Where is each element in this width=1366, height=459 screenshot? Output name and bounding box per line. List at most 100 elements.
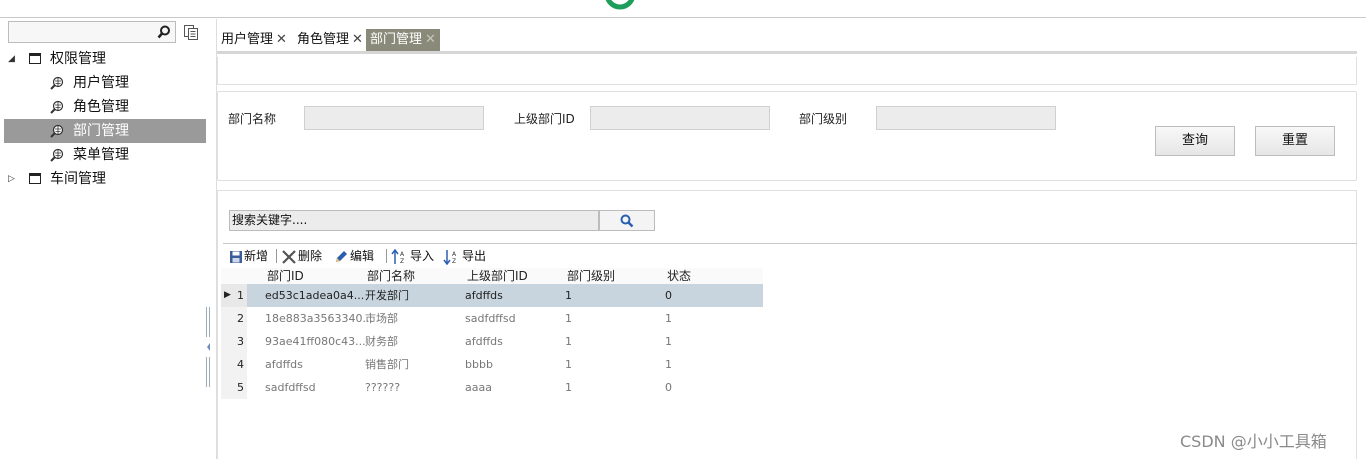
cell-status[interactable]: 1 xyxy=(665,330,672,353)
tab-label: 部门管理 xyxy=(370,32,423,47)
query-form: 部门名称 上级部门ID 部门级别 查询 重置 xyxy=(217,91,1357,181)
header-bar xyxy=(0,0,1366,18)
tree-item-menu-management[interactable]: 菜单管理 xyxy=(4,143,206,167)
cell-department-id[interactable]: 18e883a3563340... xyxy=(265,307,373,330)
table-row[interactable]: 3 93ae41ff080c43... 财务部 afdffds 1 1 xyxy=(221,330,763,353)
sidebar-search-input[interactable] xyxy=(8,21,176,43)
cell-status[interactable]: 1 xyxy=(665,353,672,376)
folder-icon xyxy=(29,53,41,64)
cell-department-id[interactable]: ed53c1adea0a4... xyxy=(265,284,364,307)
cell-parent-department-id[interactable]: afdffds xyxy=(465,330,503,353)
cell-department-name[interactable]: 财务部 xyxy=(365,330,398,353)
keyword-search-button[interactable] xyxy=(599,210,655,231)
cell-status[interactable]: 0 xyxy=(665,284,672,307)
row-number: 4 xyxy=(237,358,244,371)
cell-parent-department-id[interactable]: aaaa xyxy=(465,376,492,399)
cell-department-id[interactable]: sadfdffsd xyxy=(265,376,316,399)
cell-department-name[interactable]: ?????? xyxy=(365,376,400,399)
tree-item-department-management[interactable]: 部门管理 xyxy=(4,119,206,143)
svg-text:Z: Z xyxy=(452,258,456,265)
cell-department-id[interactable]: afdffds xyxy=(265,353,303,376)
row-header[interactable]: 3 xyxy=(221,330,247,353)
import-label: 导入 xyxy=(410,249,435,263)
department-level-input[interactable] xyxy=(876,106,1056,130)
search-icon[interactable] xyxy=(157,25,171,39)
delete-button[interactable]: 删除 xyxy=(281,247,322,265)
row-header[interactable]: ▶ 1 xyxy=(221,284,247,307)
cell-department-id[interactable]: 93ae41ff080c43... xyxy=(265,330,366,353)
app-logo xyxy=(605,0,635,10)
row-number: 1 xyxy=(237,289,244,302)
tab-bar: 用户管理 ✕ 角色管理 ✕ 部门管理 ✕ xyxy=(217,29,1357,51)
csdn-watermark: CSDN @小小工具箱 xyxy=(1180,432,1327,451)
field-label-department-level: 部门级别 xyxy=(799,112,848,126)
tree-item-role-management[interactable]: 角色管理 xyxy=(4,95,206,119)
table-row[interactable]: 5 sadfdffsd ?????? aaaa 1 0 xyxy=(221,376,763,399)
tree-item-label: 角色管理 xyxy=(73,99,129,115)
column-header-status[interactable]: 状态 xyxy=(667,268,691,284)
add-button[interactable]: 新增 xyxy=(229,247,268,265)
row-number: 2 xyxy=(237,312,244,325)
svg-text:Z: Z xyxy=(400,258,404,265)
parent-department-id-input[interactable] xyxy=(590,106,770,130)
tab-underline xyxy=(217,51,1357,54)
cell-department-level[interactable]: 1 xyxy=(565,330,572,353)
column-header-department-id[interactable]: 部门ID xyxy=(267,268,304,284)
delete-x-icon xyxy=(282,249,296,264)
cell-status[interactable]: 0 xyxy=(665,376,672,399)
toolbar-separator xyxy=(386,249,387,263)
table-row[interactable]: ▶ 1 ed53c1adea0a4... 开发部门 afdffds 1 0 xyxy=(221,284,763,307)
magnifier-globe-icon xyxy=(50,76,64,90)
save-disk-icon xyxy=(230,250,242,263)
tree-node-permission-management[interactable]: ◢ 权限管理 xyxy=(4,47,206,71)
column-header-department-name[interactable]: 部门名称 xyxy=(367,268,415,284)
keyword-search-input[interactable]: 搜索关键字.... xyxy=(229,210,599,231)
cell-department-name[interactable]: 开发部门 xyxy=(365,284,409,307)
row-header[interactable]: 4 xyxy=(221,353,247,376)
cell-department-level[interactable]: 1 xyxy=(565,284,572,307)
cell-department-name[interactable]: 销售部门 xyxy=(365,353,409,376)
collapsed-arrow-icon[interactable]: ▷ xyxy=(8,167,18,191)
current-row-arrow-icon: ▶ xyxy=(224,290,231,300)
close-icon[interactable]: ✕ xyxy=(276,32,287,47)
document-copy-icon[interactable] xyxy=(183,24,199,40)
row-header[interactable]: 5 xyxy=(221,376,247,399)
row-header[interactable]: 2 xyxy=(221,307,247,330)
column-header-department-level[interactable]: 部门级别 xyxy=(567,268,615,284)
collapse-splitter-handle[interactable] xyxy=(205,307,213,389)
export-button[interactable]: A Z 导出 xyxy=(443,247,486,265)
table-row[interactable]: 4 afdffds 销售部门 bbbb 1 1 xyxy=(221,353,763,376)
close-icon[interactable]: ✕ xyxy=(425,32,436,47)
tree-item-user-management[interactable]: 用户管理 xyxy=(4,71,206,95)
blank-panel xyxy=(217,57,1357,85)
tree-node-workshop-management[interactable]: ▷ 车间管理 xyxy=(4,167,206,191)
cell-department-name[interactable]: 市场部 xyxy=(365,307,398,330)
cell-department-level[interactable]: 1 xyxy=(565,307,572,330)
tree-node-label: 车间管理 xyxy=(50,171,106,187)
reset-button[interactable]: 重置 xyxy=(1255,126,1335,156)
svg-text:A: A xyxy=(452,251,457,258)
import-button[interactable]: A Z 导入 xyxy=(391,247,434,265)
query-button[interactable]: 查询 xyxy=(1155,126,1235,156)
tab-user-management[interactable]: 用户管理 ✕ xyxy=(217,29,291,51)
department-table: 部门ID 部门名称 上级部门ID 部门级别 状态 ▶ 1 ed53c1adea0a… xyxy=(221,268,763,399)
cell-parent-department-id[interactable]: sadfdffsd xyxy=(465,307,516,330)
column-header-parent-department-id[interactable]: 上级部门ID xyxy=(467,268,528,284)
cell-department-level[interactable]: 1 xyxy=(565,376,572,399)
expanded-arrow-icon[interactable]: ◢ xyxy=(8,47,18,71)
close-icon[interactable]: ✕ xyxy=(352,32,363,47)
field-label-department-name: 部门名称 xyxy=(228,112,277,126)
cell-department-level[interactable]: 1 xyxy=(565,353,572,376)
folder-icon xyxy=(29,173,41,184)
cell-parent-department-id[interactable]: afdffds xyxy=(465,284,503,307)
main-content: 用户管理 ✕ 角色管理 ✕ 部门管理 ✕ 部门名称 上级部门ID 部门级别 查询 重置… xyxy=(216,19,1358,459)
tab-department-management[interactable]: 部门管理 ✕ xyxy=(366,29,440,51)
cell-parent-department-id[interactable]: bbbb xyxy=(465,353,493,376)
field-label-parent-department-id: 上级部门ID xyxy=(514,112,575,126)
cell-status[interactable]: 1 xyxy=(665,307,672,330)
department-name-input[interactable] xyxy=(304,106,484,130)
edit-button[interactable]: 编辑 xyxy=(333,247,374,265)
magnifier-globe-icon xyxy=(50,124,64,138)
tab-role-management[interactable]: 角色管理 ✕ xyxy=(293,29,367,51)
table-row[interactable]: 2 18e883a3563340... 市场部 sadfdffsd 1 1 xyxy=(221,307,763,330)
